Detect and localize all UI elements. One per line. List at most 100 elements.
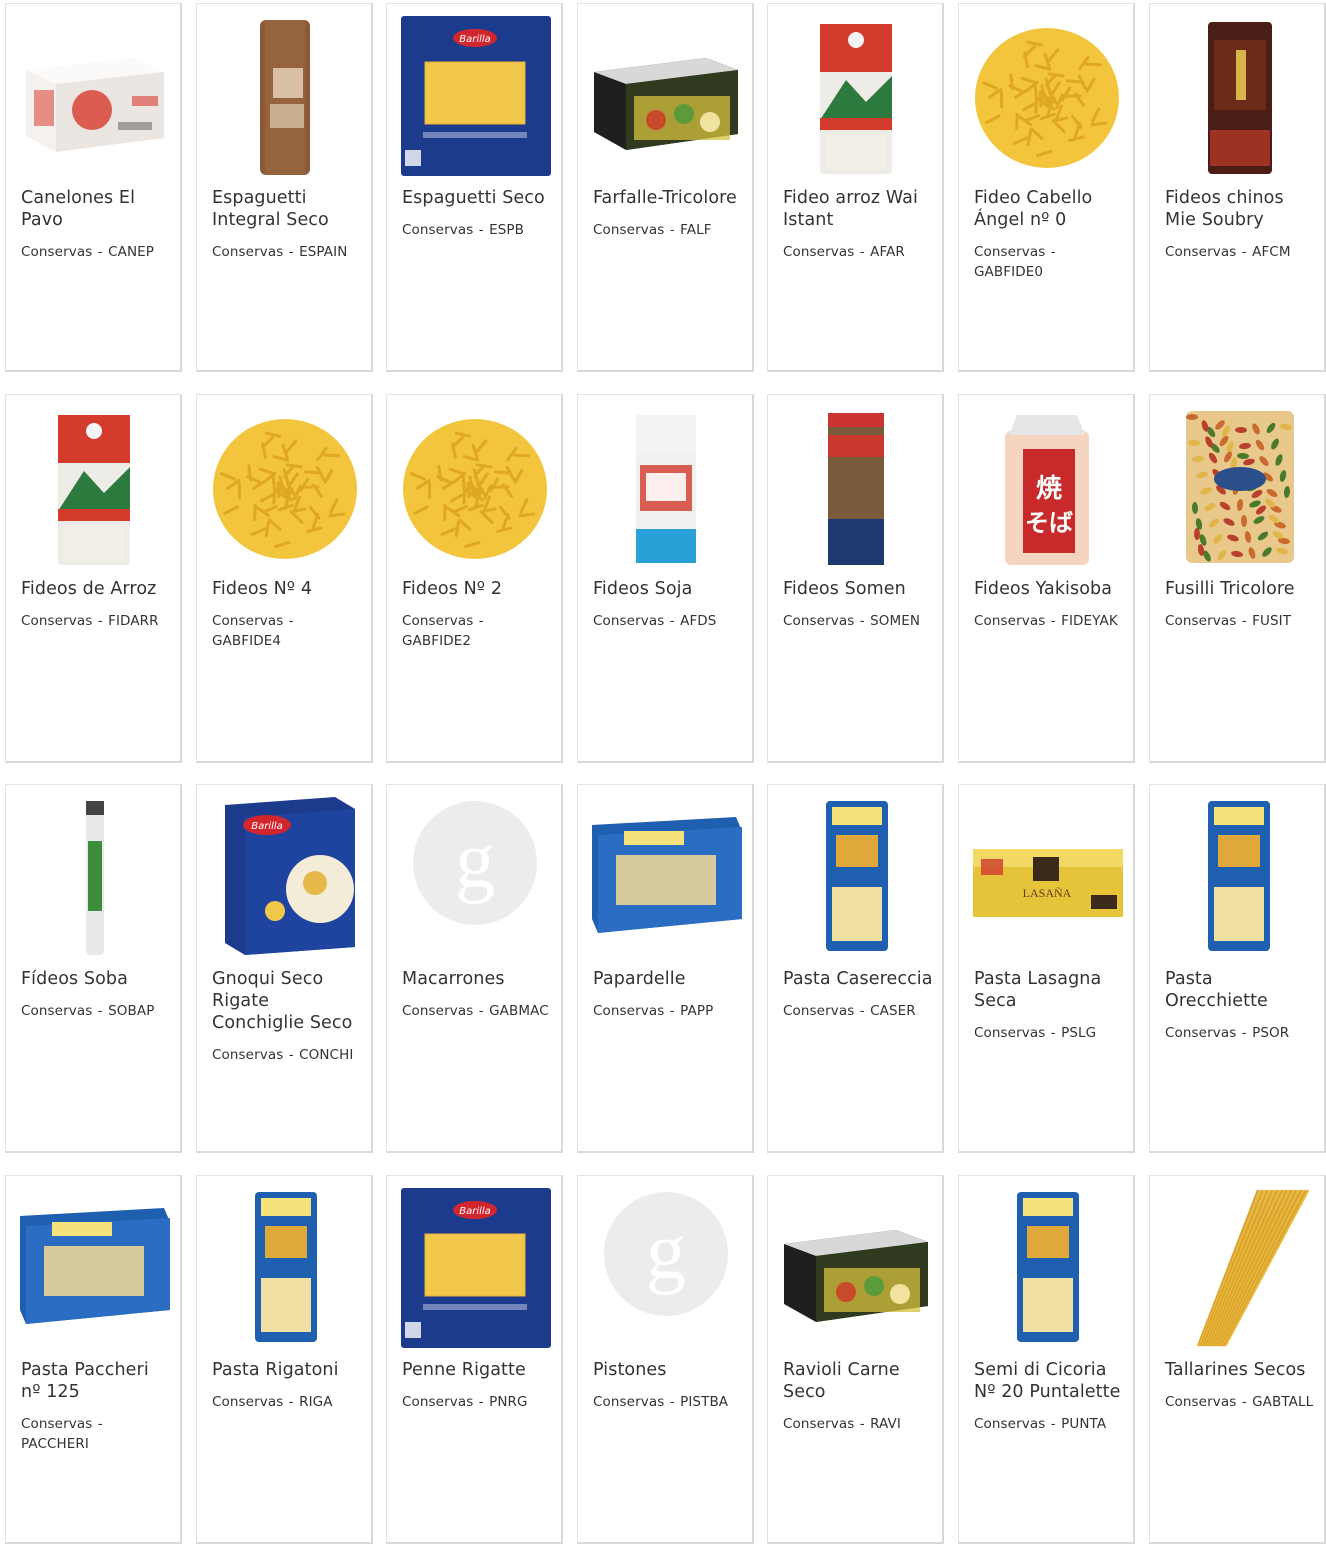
product-image[interactable] (14, 401, 174, 571)
product-name[interactable]: Fideo arroz Wai Istant (783, 187, 933, 231)
product-name[interactable]: Pasta Rigatoni (212, 1359, 362, 1381)
product-text: Gnoqui Seco Rigate Conchiglie SecoConser… (212, 968, 362, 1065)
product-card[interactable]: Fideos SojaConservas - AFDS (577, 394, 754, 763)
product-card[interactable]: Canelones El Pavo Conservas - CANEP (5, 3, 182, 372)
product-card[interactable]: Fideo Cabello Ángel nº 0Conservas - GABF… (958, 3, 1135, 372)
product-card[interactable]: 焼 そばFideos YakisobaConservas - FIDEYAK (958, 394, 1135, 763)
product-image[interactable] (586, 791, 746, 961)
product-category: Conservas (593, 1394, 664, 1410)
product-image[interactable]: LASAÑA (967, 791, 1127, 961)
product-name[interactable]: Canelones El Pavo (21, 187, 171, 231)
product-image[interactable] (776, 10, 936, 180)
product-image[interactable] (205, 1182, 365, 1352)
product-image[interactable] (776, 791, 936, 961)
product-name[interactable]: Fideos Nº 2 (402, 578, 552, 600)
product-image[interactable]: Barilla (395, 1182, 555, 1352)
product-card[interactable]: Pasta Paccheri nº 125Conservas - PACCHER… (5, 1175, 182, 1544)
product-name[interactable]: Pasta Casereccia (783, 968, 933, 990)
product-name[interactable]: Pasta Paccheri nº 125 (21, 1359, 171, 1403)
product-name[interactable]: Espaguetti Seco (402, 187, 552, 209)
product-name[interactable]: Fusilli Tricolore (1165, 578, 1315, 600)
product-card[interactable]: Fideos de ArrozConservas - FIDARR (5, 394, 182, 763)
product-image[interactable] (205, 401, 365, 571)
product-card[interactable]: Espaguetti Integral SecoConservas - ESPA… (196, 3, 373, 372)
product-code: AFDS (680, 613, 716, 629)
product-image[interactable] (1158, 791, 1318, 961)
code-separator: - (859, 244, 870, 260)
product-image[interactable] (967, 1182, 1127, 1352)
product-card[interactable]: Barilla Espaguetti SecoConservas - ESPB (386, 3, 563, 372)
product-card[interactable]: Ravioli Carne SecoConservas - RAVI (767, 1175, 944, 1544)
product-name[interactable]: Papardelle (593, 968, 743, 990)
product-card[interactable]: Fideo arroz Wai Istant Conservas - AFAR (767, 3, 944, 372)
product-image[interactable] (1158, 401, 1318, 571)
product-category: Conservas (593, 222, 664, 238)
product-card[interactable]: Tallarines SecosConservas - GABTALL (1149, 1175, 1326, 1544)
product-name[interactable]: Gnoqui Seco Rigate Conchiglie Seco (212, 968, 362, 1034)
product-name[interactable]: Fideos Nº 4 (212, 578, 362, 600)
product-card[interactable]: Fusilli TricoloreConservas - FUSIT (1149, 394, 1326, 763)
product-name[interactable]: Fideo Cabello Ángel nº 0 (974, 187, 1124, 231)
product-name[interactable]: Fídeos Soba (21, 968, 171, 990)
product-card[interactable]: Fídeos SobaConservas - SOBAP (5, 784, 182, 1153)
product-card[interactable]: Pasta RigatoniConservas - RIGA (196, 1175, 373, 1544)
product-category-code: Conservas - CANEP (21, 242, 171, 262)
product-image[interactable] (1158, 1182, 1318, 1352)
product-image[interactable] (776, 1182, 936, 1352)
code-separator: - (1241, 613, 1252, 629)
product-name[interactable]: Tallarines Secos (1165, 1359, 1315, 1381)
product-name[interactable]: Pasta Lasagna Seca (974, 968, 1124, 1012)
product-name[interactable]: Pasta Orecchiette (1165, 968, 1315, 1012)
product-image[interactable] (1158, 10, 1318, 180)
product-card[interactable]: Pasta CaserecciaConservas - CASER (767, 784, 944, 1153)
product-card[interactable]: g MacarronesConservas - GABMAC (386, 784, 563, 1153)
product-category-code: Conservas - AFAR (783, 242, 933, 262)
placeholder-logo-icon[interactable]: g (586, 1182, 746, 1352)
product-card[interactable]: Fideos Nº 4Conservas - GABFIDE4 (196, 394, 373, 763)
product-card[interactable]: Farfalle-TricoloreConservas - FALF (577, 3, 754, 372)
product-card[interactable]: Semi di Cicoria Nº 20 PuntaletteConserva… (958, 1175, 1135, 1544)
product-image[interactable]: Barilla (205, 791, 365, 961)
product-code: CONCHI (299, 1047, 353, 1063)
product-name[interactable]: Fideos Soja (593, 578, 743, 600)
product-name[interactable]: Farfalle-Tricolore (593, 187, 743, 209)
product-name[interactable]: Fideos Yakisoba (974, 578, 1124, 600)
product-name[interactable]: Ravioli Carne Seco (783, 1359, 933, 1403)
product-name[interactable]: Semi di Cicoria Nº 20 Puntalette (974, 1359, 1124, 1403)
product-name[interactable]: Macarrones (402, 968, 552, 990)
product-name[interactable]: Fideos Somen (783, 578, 933, 600)
product-code: GABFIDE0 (974, 264, 1043, 280)
product-grid: Canelones El Pavo Conservas - CANEP Espag… (5, 3, 1326, 1539)
product-image[interactable] (395, 401, 555, 571)
product-image[interactable] (14, 1182, 174, 1352)
product-card[interactable]: PapardelleConservas - PAPP (577, 784, 754, 1153)
product-name[interactable]: Fideos chinos Mie Soubry (1165, 187, 1315, 231)
product-card[interactable]: Barilla Penne RigatteConservas - PNRG (386, 1175, 563, 1544)
product-image[interactable] (586, 401, 746, 571)
product-image[interactable] (14, 791, 174, 961)
product-card[interactable]: Fideos SomenConservas - SOMEN (767, 394, 944, 763)
product-image[interactable] (586, 10, 746, 180)
product-name[interactable]: Fideos de Arroz (21, 578, 171, 600)
product-image[interactable]: 焼 そば (967, 401, 1127, 571)
product-image[interactable] (967, 10, 1127, 180)
product-text: Fusilli TricoloreConservas - FUSIT (1165, 578, 1315, 631)
product-category-code: Conservas - PISTBA (593, 1392, 743, 1412)
product-card[interactable]: Barilla Gnoqui Seco Rigate Conchiglie Se… (196, 784, 373, 1153)
product-name[interactable]: Penne Rigatte (402, 1359, 552, 1381)
product-code: FIDARR (108, 613, 159, 629)
product-card[interactable]: Fideos chinos Mie SoubryConservas - AFCM (1149, 3, 1326, 372)
placeholder-logo-icon[interactable]: g (395, 791, 555, 961)
product-image[interactable] (14, 10, 174, 180)
product-name[interactable]: Pistones (593, 1359, 743, 1381)
product-code: GABMAC (489, 1003, 549, 1019)
product-card[interactable]: g Pistones Conservas - PISTBA (577, 1175, 754, 1544)
product-text: MacarronesConservas - GABMAC (402, 968, 552, 1021)
product-image[interactable] (776, 401, 936, 571)
product-card[interactable]: LASAÑA Pasta Lasagna SecaConservas - PSL… (958, 784, 1135, 1153)
product-card[interactable]: Fideos Nº 2Conservas - GABFIDE2 (386, 394, 563, 763)
product-image[interactable]: Barilla (395, 10, 555, 180)
product-card[interactable]: Pasta OrecchietteConservas - PSOR (1149, 784, 1326, 1153)
product-name[interactable]: Espaguetti Integral Seco (212, 187, 362, 231)
product-image[interactable] (205, 10, 365, 180)
